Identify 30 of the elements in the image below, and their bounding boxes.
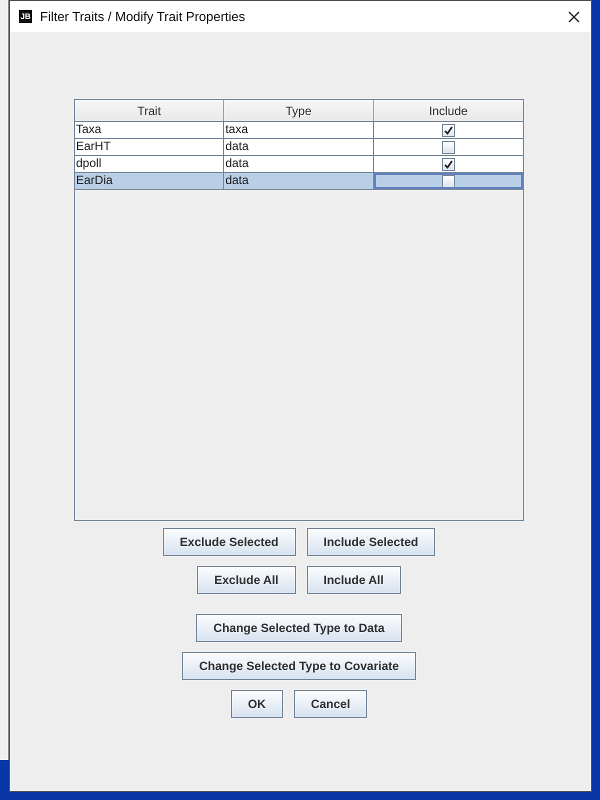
dialog-button[interactable]: Cancel [294,690,368,718]
table-cell: Taxa [75,122,224,138]
checkbox[interactable] [442,158,456,170]
table-cell: dpoll [75,156,224,172]
table-cell: data [224,156,374,172]
dialog-button[interactable]: Exclude Selected [162,528,296,556]
dialog-button[interactable]: Change Selected Type to Data [196,614,402,642]
table-row[interactable]: EarHT data [75,139,523,156]
checkbox[interactable] [442,174,456,188]
window-title: Filter Traits / Modify Trait Properties [40,9,246,24]
column-header[interactable]: Type [224,100,374,121]
table-row[interactable]: EarDia data [75,173,523,190]
table-cell: EarDia [75,173,224,189]
table-cell: taxa [224,122,374,138]
column-header[interactable]: Trait [75,100,224,121]
dialog-button[interactable]: Include All [306,566,401,594]
dialog-button[interactable]: Include Selected [306,528,436,556]
table-cell: data [224,173,374,189]
table-row[interactable]: Taxa taxa [75,122,523,139]
table-cell: EarHT [75,139,224,155]
dialog-button[interactable]: Exclude All [197,566,296,594]
table-row[interactable]: dpoll data [75,156,523,173]
checkbox[interactable] [442,124,456,136]
column-header[interactable]: Include [374,100,523,121]
app-icon: JB [19,10,32,23]
table-cell: data [224,139,374,155]
dialog-button[interactable]: Change Selected Type to Covariate [182,652,416,680]
checkbox[interactable] [442,140,456,154]
close-icon[interactable] [568,10,580,22]
dialog-button[interactable]: OK [230,690,283,718]
